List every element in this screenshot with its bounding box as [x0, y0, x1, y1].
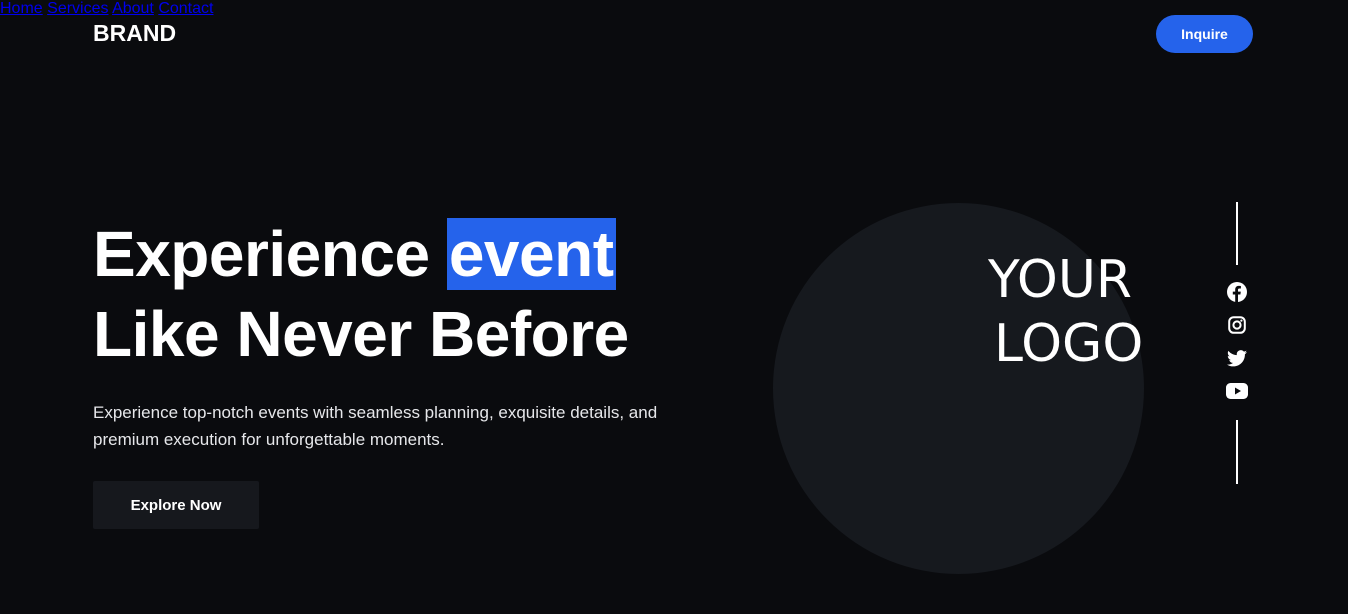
nav-contact[interactable]: Contact [158, 0, 213, 17]
facebook-icon[interactable] [1226, 281, 1248, 303]
hero-subtitle: Experience top-notch events with seamles… [93, 403, 658, 449]
nav-services[interactable]: Services [47, 0, 108, 17]
headline-highlight: event [446, 218, 616, 290]
logo-line2: LOGO [994, 314, 1144, 374]
youtube-icon[interactable] [1226, 380, 1248, 402]
headline-line2: Like Never Before [93, 298, 629, 370]
hero-headline: Experience event Like Never Before [93, 214, 629, 374]
explore-now-button[interactable]: Explore Now [93, 481, 259, 529]
logo-line1: YOUR [988, 250, 1133, 310]
inquire-button[interactable]: Inquire [1156, 15, 1253, 53]
brand-logo[interactable]: BRAND [93, 20, 176, 47]
social-divider-top [1236, 202, 1238, 265]
main-nav: Home Services About Contact [0, 0, 1348, 18]
headline-text: Experience [93, 218, 447, 290]
nav-about[interactable]: About [112, 0, 154, 17]
instagram-icon[interactable] [1226, 314, 1248, 336]
logo-placeholder: YOUR LOGO [988, 248, 1143, 376]
twitter-icon[interactable] [1226, 347, 1248, 369]
nav-home[interactable]: Home [0, 0, 43, 17]
social-divider-bottom [1236, 420, 1238, 484]
